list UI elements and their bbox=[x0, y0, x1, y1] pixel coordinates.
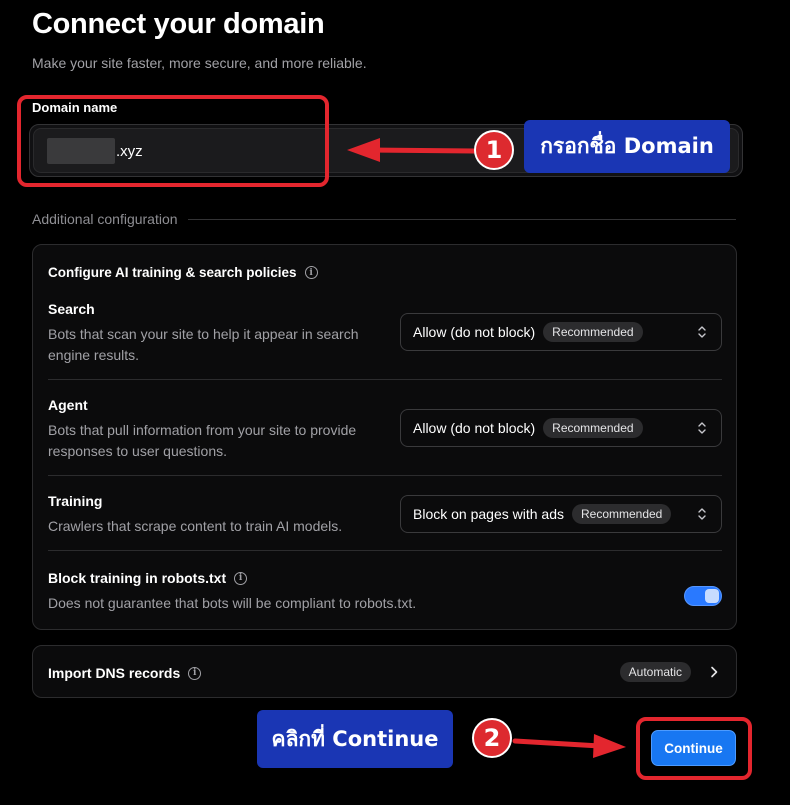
annotation-highlight-continue bbox=[636, 717, 752, 780]
policy-row-robots: Block training in robots.txt i Does not … bbox=[48, 570, 722, 615]
policy-row-description: Bots that pull information from your sit… bbox=[48, 422, 357, 459]
select-value: Allow (do not block) bbox=[413, 324, 536, 340]
row-divider bbox=[48, 550, 722, 551]
recommended-badge: Recommended bbox=[543, 322, 643, 342]
robots-title-text: Block training in robots.txt bbox=[48, 570, 227, 586]
policy-row-description: Crawlers that scrape content to train AI… bbox=[48, 518, 343, 534]
annotation-highlight-domain bbox=[17, 95, 329, 187]
select-value: Block on pages with ads bbox=[413, 506, 564, 522]
info-icon[interactable]: i bbox=[188, 666, 202, 680]
page-subtitle: Make your site faster, more secure, and … bbox=[32, 55, 367, 71]
select-value: Allow (do not block) bbox=[413, 420, 536, 436]
page-title: Connect your domain bbox=[32, 8, 325, 40]
chevron-updown-icon bbox=[698, 422, 706, 434]
training-policy-select[interactable]: Block on pages with ads Recommended bbox=[400, 495, 722, 533]
robots-toggle-switch[interactable] bbox=[684, 586, 722, 606]
info-icon[interactable]: i bbox=[304, 266, 318, 279]
robots-title: Block training in robots.txt i bbox=[48, 570, 722, 586]
search-policy-select[interactable]: Allow (do not block) Recommended bbox=[400, 313, 722, 351]
chevron-updown-icon bbox=[698, 508, 706, 520]
robots-description: Does not guarantee that bots will be com… bbox=[48, 595, 417, 611]
additional-config-divider: Additional configuration bbox=[32, 210, 736, 228]
info-icon[interactable]: i bbox=[234, 571, 248, 585]
additional-config-label: Additional configuration bbox=[32, 211, 178, 227]
arrow-right-icon bbox=[512, 734, 626, 758]
ai-policy-heading: Configure AI training & search policies … bbox=[48, 265, 318, 280]
toggle-knob bbox=[705, 589, 719, 603]
chevron-updown-icon bbox=[698, 326, 706, 338]
step-1-badge: 1 bbox=[474, 130, 514, 170]
agent-policy-select[interactable]: Allow (do not block) Recommended bbox=[400, 409, 722, 447]
annotation-label-step1: กรอกชื่อ Domain bbox=[524, 120, 730, 173]
import-dns-title-text: Import DNS records bbox=[48, 665, 181, 681]
ai-policy-heading-text: Configure AI training & search policies bbox=[48, 265, 297, 280]
policy-row-search: Search Bots that scan your site to help … bbox=[48, 301, 722, 371]
row-divider bbox=[48, 379, 722, 380]
import-dns-row[interactable]: Import DNS records i Automatic bbox=[32, 645, 737, 698]
ai-policy-card: Configure AI training & search policies … bbox=[32, 244, 737, 630]
divider-line bbox=[187, 218, 736, 220]
automatic-badge: Automatic bbox=[619, 662, 691, 682]
recommended-badge: Recommended bbox=[543, 418, 643, 438]
import-dns-title: Import DNS records i bbox=[48, 665, 202, 681]
recommended-badge: Recommended bbox=[571, 504, 672, 524]
policy-row-training: Training Crawlers that scrape content to… bbox=[48, 493, 722, 543]
policy-row-agent: Agent Bots that pull information from yo… bbox=[48, 397, 722, 467]
step-2-badge: 2 bbox=[472, 718, 512, 758]
annotation-label-step2: คลิกที่ Continue bbox=[257, 710, 453, 768]
policy-row-description: Bots that scan your site to help it appe… bbox=[48, 326, 359, 363]
chevron-right-icon bbox=[711, 666, 718, 678]
row-divider bbox=[48, 475, 722, 476]
